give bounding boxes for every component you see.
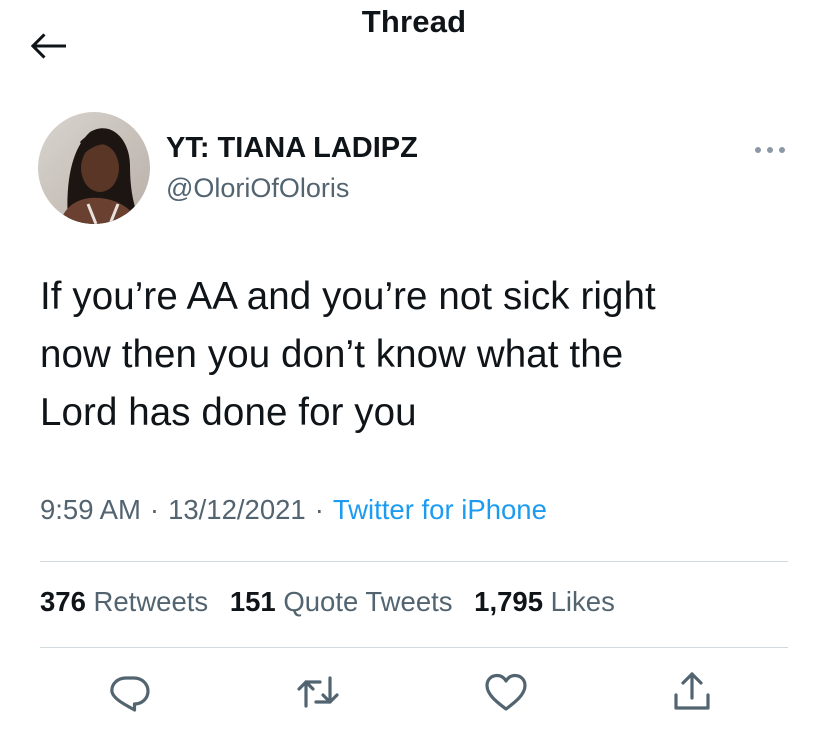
divider (40, 647, 788, 648)
tweet-source-link[interactable]: Twitter for iPhone (333, 494, 547, 525)
more-dots-icon (755, 147, 785, 153)
retweets-count: 376 (40, 586, 86, 617)
meta-separator: · (149, 494, 160, 525)
avatar[interactable] (38, 112, 150, 224)
quote-tweets-count: 151 (229, 586, 276, 617)
retweets-stat[interactable]: 376 Retweets (40, 586, 208, 617)
quote-tweets-stat[interactable]: 151 Quote Tweets (230, 586, 453, 617)
tweet-text-line: now then you don’t know what the (40, 333, 624, 376)
thread-header: Thread (0, 0, 828, 80)
user-handle[interactable]: @OloriOfOloris (166, 173, 349, 204)
like-icon (485, 673, 527, 711)
tweet-actions (0, 668, 828, 718)
reply-button[interactable] (106, 668, 154, 716)
reply-icon (110, 676, 150, 712)
retweet-icon (297, 676, 339, 708)
tweet-time[interactable]: 9:59 AM (40, 494, 141, 525)
display-name[interactable]: YT: TIANA LADIPZ (166, 132, 418, 165)
like-button[interactable] (482, 668, 530, 716)
retweets-label: Retweets (93, 586, 209, 617)
tweet-text-line: Lord has done for you (40, 391, 417, 434)
likes-count: 1,795 (474, 586, 543, 617)
meta-separator: · (314, 494, 324, 525)
tweet-author: YT: TIANA LADIPZ @OloriOfOloris (38, 112, 798, 224)
tweet-text: If you’re AA and you’re not sick right n… (40, 268, 800, 442)
quote-tweets-label: Quote Tweets (283, 586, 453, 617)
page-title: Thread (361, 4, 467, 39)
tweet-text-line: If you’re AA and you’re not sick right (40, 275, 656, 318)
tweet-date[interactable]: 13/12/2021 (168, 494, 306, 525)
likes-stat[interactable]: 1,795 Likes (474, 586, 615, 617)
divider (40, 561, 788, 562)
likes-label: Likes (550, 586, 615, 617)
share-icon (674, 672, 710, 710)
tweet-meta: 9:59 AM · 13/12/2021 · Twitter for iPhone (40, 494, 547, 526)
more-options-button[interactable] (752, 142, 788, 158)
tweet-stats: 376 Retweets 151 Quote Tweets 1,795 Like… (40, 586, 629, 618)
share-button[interactable] (668, 668, 716, 716)
retweet-button[interactable] (294, 668, 342, 716)
